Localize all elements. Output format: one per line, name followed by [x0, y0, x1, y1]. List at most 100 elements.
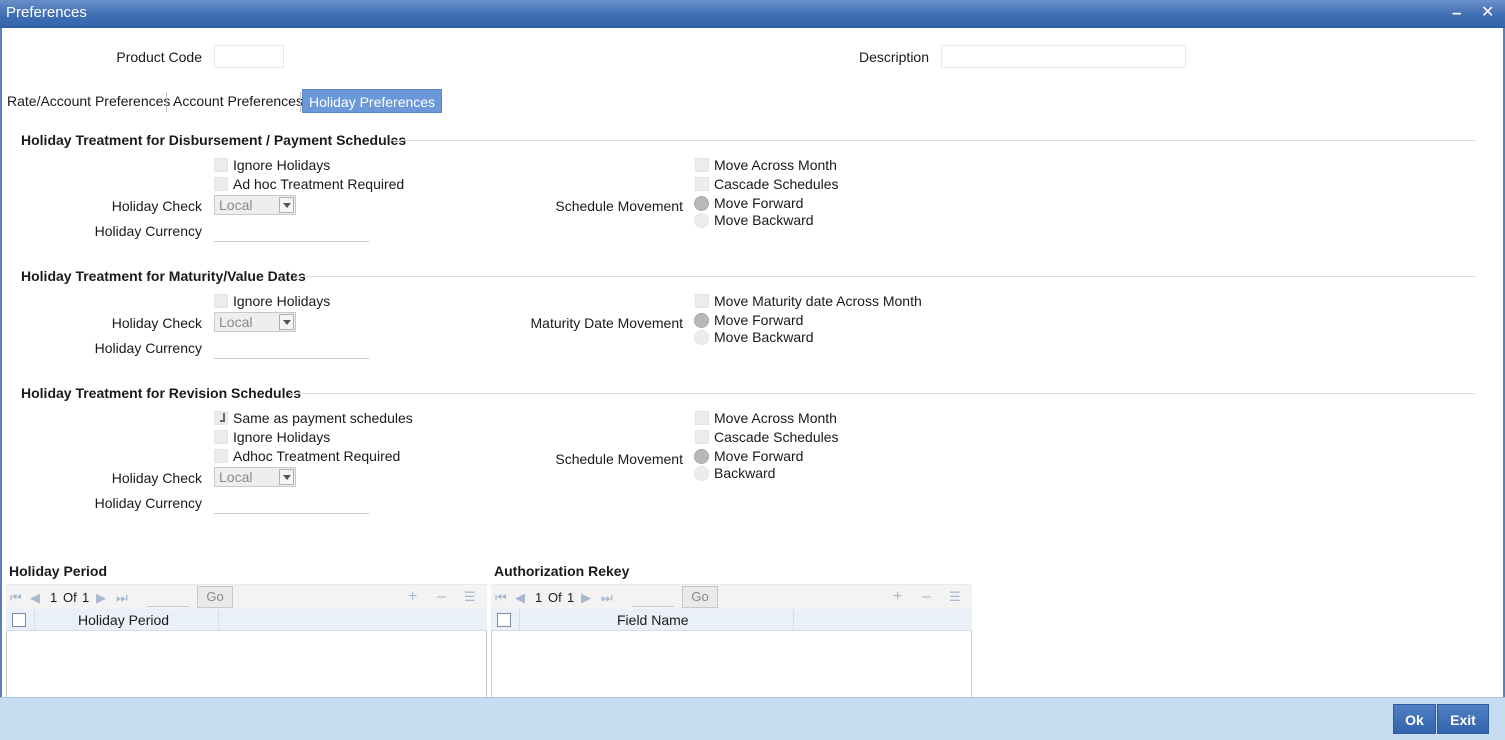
previous-page-icon[interactable]: ◀	[30, 590, 40, 606]
next-page-icon[interactable]: ▶	[581, 590, 591, 606]
holiday-period-toolbar: ⏮ ◀ 1 Of 1 ▶ ⏭ Go + – ☰	[6, 584, 487, 610]
ok-button[interactable]: Ok	[1393, 704, 1436, 734]
section-divider	[296, 276, 1475, 277]
disb-move-forward-radio[interactable]	[694, 196, 709, 211]
chevron-down-icon	[279, 314, 294, 330]
column-separator	[218, 609, 219, 631]
mat-holiday-check-label: Holiday Check	[111, 315, 202, 331]
mat-holiday-check-value: Local	[219, 314, 253, 330]
disb-holiday-check-select[interactable]: Local	[214, 195, 296, 215]
disb-adhoc-label: Ad hoc Treatment Required	[233, 176, 405, 192]
page-total: 1	[82, 590, 90, 605]
rev-move-forward-label: Move Forward	[714, 448, 804, 464]
delete-row-icon[interactable]: –	[437, 589, 446, 605]
previous-page-icon[interactable]: ◀	[515, 590, 525, 606]
go-button[interactable]: Go	[197, 586, 233, 608]
authorization-rekey-toolbar: ⏮ ◀ 1 Of 1 ▶ ⏭ Go + – ☰	[491, 584, 972, 610]
disb-schedule-movement-label: Schedule Movement	[555, 198, 683, 214]
product-code-field[interactable]	[214, 45, 284, 68]
disb-holiday-check-label: Holiday Check	[111, 198, 202, 214]
rev-holiday-check-label: Holiday Check	[111, 470, 202, 486]
rev-move-across-month-checkbox[interactable]	[695, 411, 709, 425]
revision-section-title: Holiday Treatment for Revision Schedules	[21, 385, 302, 401]
page-number-input[interactable]	[147, 587, 189, 607]
chevron-down-icon	[279, 197, 294, 213]
mat-holiday-check-select[interactable]: Local	[214, 312, 296, 332]
tab-account-preferences[interactable]: Account Preferences	[167, 89, 309, 113]
minimize-icon[interactable]: –	[1452, 3, 1461, 23]
mat-ignore-holidays-label: Ignore Holidays	[233, 293, 331, 309]
disb-move-across-month-checkbox[interactable]	[695, 158, 709, 172]
rev-move-across-month-label: Move Across Month	[714, 410, 837, 426]
field-underline	[214, 358, 369, 359]
exit-button[interactable]: Exit	[1437, 704, 1489, 734]
authorization-rekey-grid-title: Authorization Rekey	[494, 563, 630, 579]
rev-cascade-schedules-checkbox[interactable]	[695, 430, 709, 444]
rev-adhoc-checkbox[interactable]	[214, 449, 228, 463]
disb-cascade-schedules-checkbox[interactable]	[695, 177, 709, 191]
disbursement-section-title: Holiday Treatment for Disbursement / Pay…	[21, 132, 407, 148]
delete-row-icon[interactable]: –	[922, 589, 931, 605]
disb-ignore-holidays-label: Ignore Holidays	[233, 157, 331, 173]
column-separator	[793, 609, 794, 631]
mat-ignore-holidays-checkbox[interactable]	[214, 294, 228, 308]
rev-holiday-currency-label: Holiday Currency	[94, 495, 202, 511]
description-label: Description	[858, 49, 929, 65]
holiday-period-grid-title: Holiday Period	[9, 563, 108, 579]
select-all-checkbox[interactable]	[12, 613, 26, 627]
disb-move-backward-radio[interactable]	[694, 213, 709, 228]
disb-move-forward-label: Move Forward	[714, 195, 804, 211]
rev-holiday-currency-field[interactable]	[214, 491, 369, 514]
mat-move-backward-radio[interactable]	[694, 330, 709, 345]
rev-ignore-holidays-checkbox[interactable]	[214, 430, 228, 444]
rev-same-as-payment-label: Same as payment schedules	[233, 410, 413, 426]
disb-move-backward-label: Move Backward	[714, 212, 814, 228]
column-holiday-period[interactable]: Holiday Period	[78, 612, 169, 628]
rev-same-as-payment-checkbox[interactable]	[214, 411, 228, 425]
next-page-icon[interactable]: ▶	[96, 590, 106, 606]
column-separator	[34, 609, 35, 631]
select-all-checkbox[interactable]	[497, 613, 511, 627]
mat-move-across-month-label: Move Maturity date Across Month	[714, 293, 922, 309]
disb-adhoc-checkbox[interactable]	[214, 177, 228, 191]
last-page-icon[interactable]: ⏭	[601, 590, 613, 606]
add-row-icon[interactable]: +	[893, 589, 902, 605]
page-current: 1	[535, 590, 543, 605]
first-page-icon[interactable]: ⏮	[10, 590, 22, 606]
page-of: Of	[63, 590, 77, 605]
page-number-input[interactable]	[632, 587, 674, 607]
description-field[interactable]	[941, 45, 1186, 68]
disb-cascade-schedules-label: Cascade Schedules	[714, 176, 839, 192]
disb-holiday-currency-label: Holiday Currency	[94, 223, 202, 239]
mat-move-across-month-checkbox[interactable]	[695, 294, 709, 308]
tab-rate-account-preferences[interactable]: Rate/Account Preferences	[1, 89, 176, 113]
mat-move-forward-radio[interactable]	[694, 313, 709, 328]
rev-backward-radio[interactable]	[694, 466, 709, 481]
disb-holiday-currency-field[interactable]	[214, 219, 369, 242]
page-current: 1	[50, 590, 58, 605]
holiday-period-grid-header: Holiday Period	[6, 609, 487, 631]
window-title: Preferences	[6, 4, 87, 21]
disb-holiday-check-value: Local	[219, 197, 253, 213]
tab-holiday-preferences[interactable]: Holiday Preferences	[302, 89, 443, 113]
first-page-icon[interactable]: ⏮	[495, 590, 507, 606]
rev-move-forward-radio[interactable]	[694, 449, 709, 464]
mat-date-movement-label: Maturity Date Movement	[530, 315, 684, 331]
last-page-icon[interactable]: ⏭	[116, 590, 128, 606]
footer-bar: Ok Exit	[0, 697, 1505, 740]
single-view-icon[interactable]: ☰	[464, 589, 476, 605]
single-view-icon[interactable]: ☰	[949, 589, 961, 605]
close-icon[interactable]: ✕	[1481, 3, 1494, 23]
rev-holiday-check-select[interactable]: Local	[214, 467, 296, 487]
add-row-icon[interactable]: +	[408, 589, 417, 605]
mat-holiday-currency-field[interactable]	[214, 336, 369, 359]
field-underline	[214, 241, 369, 242]
disb-ignore-holidays-checkbox[interactable]	[214, 158, 228, 172]
column-field-name[interactable]: Field Name	[617, 612, 689, 628]
rev-adhoc-label: Adhoc Treatment Required	[233, 448, 401, 464]
tab-separator	[300, 92, 301, 112]
chevron-down-icon	[279, 469, 294, 485]
go-button[interactable]: Go	[682, 586, 718, 608]
rev-ignore-holidays-label: Ignore Holidays	[233, 429, 331, 445]
rev-backward-label: Backward	[714, 465, 776, 481]
